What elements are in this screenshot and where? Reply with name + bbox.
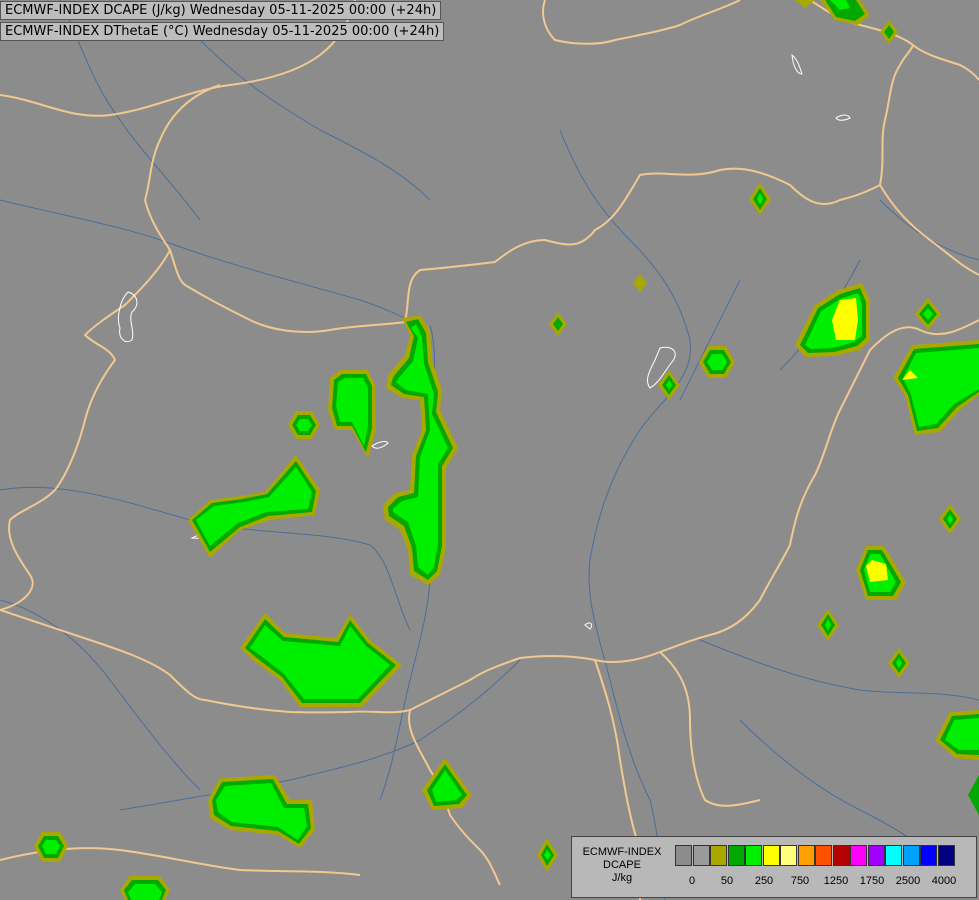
legend-title-param: DCAPE (603, 859, 641, 871)
legend-swatch (885, 845, 902, 866)
legend-swatch (920, 845, 937, 866)
legend-tick: 2500 (895, 875, 921, 887)
legend-swatch (780, 845, 797, 866)
map-canvas (0, 0, 979, 900)
legend-swatch (850, 845, 867, 866)
map-title-dthetae: ECMWF-INDEX DThetaE (°C) Wednesday 05-11… (0, 22, 445, 41)
legend-tick: 0 (688, 875, 696, 887)
legend-tick: 50 (720, 875, 734, 887)
legend-swatch (762, 845, 780, 866)
legend-tick: 750 (790, 875, 810, 887)
legend-tick: 1750 (859, 875, 885, 887)
legend-swatch (832, 845, 850, 866)
legend-swatch (692, 845, 710, 866)
color-legend: ECMWF-INDEX DCAPE J/kg 0 50 250 750 1250… (571, 836, 977, 898)
legend-tick: 1250 (823, 875, 849, 887)
legend-swatch (937, 845, 955, 866)
legend-swatch (727, 845, 745, 866)
legend-swatch (867, 845, 885, 866)
legend-swatch (675, 845, 692, 866)
legend-swatch (902, 845, 920, 866)
legend-swatch (815, 845, 832, 866)
legend-swatch (797, 845, 815, 866)
legend-swatch (710, 845, 727, 866)
legend-title-model: ECMWF-INDEX (582, 846, 662, 858)
legend-tick: 250 (754, 875, 774, 887)
legend-swatches (675, 845, 955, 866)
legend-tick: 4000 (931, 875, 957, 887)
legend-ticks: 0 50 250 750 1250 1750 2500 4000 (572, 875, 976, 889)
map-title-dcape: ECMWF-INDEX DCAPE (J/kg) Wednesday 05-11… (0, 1, 442, 20)
legend-swatch (745, 845, 762, 866)
